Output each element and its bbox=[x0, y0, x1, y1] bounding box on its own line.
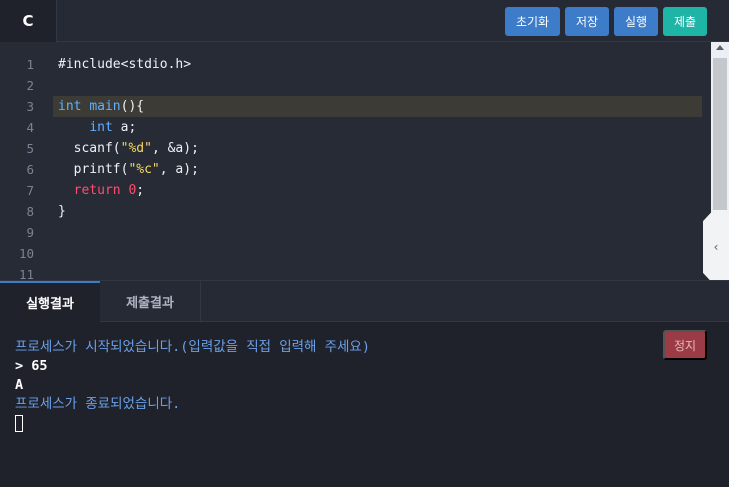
collapse-panel-handle[interactable]: ‹ bbox=[703, 210, 729, 284]
line-number-gutter: 1 2 3 4 5 6 7 8 9 10 11 bbox=[0, 42, 46, 280]
line-number: 4 bbox=[26, 120, 34, 135]
editor-toolbar: C 초기화 저장 실행 제출 bbox=[0, 0, 729, 42]
code-line[interactable]: int main(){ bbox=[58, 96, 144, 117]
active-line-highlight bbox=[53, 96, 702, 117]
line-number: 2 bbox=[26, 78, 34, 93]
reset-button[interactable]: 초기화 bbox=[505, 7, 560, 36]
result-tab-bar: 실행결과 제출결과 bbox=[0, 280, 729, 322]
language-tab[interactable]: C bbox=[0, 0, 57, 42]
run-button[interactable]: 실행 bbox=[614, 7, 658, 36]
console-line: A bbox=[15, 377, 24, 393]
triangle-up-icon[interactable] bbox=[716, 45, 724, 50]
line-number: 6 bbox=[26, 162, 34, 177]
line-number: 11 bbox=[18, 267, 34, 280]
code-line[interactable]: } bbox=[58, 201, 66, 222]
console-line: 프로세스가 시작되었습니다.(입력값을 직접 입력해 주세요) bbox=[15, 339, 370, 355]
save-button[interactable]: 저장 bbox=[565, 7, 609, 36]
line-number: 5 bbox=[26, 141, 34, 156]
line-number: 9 bbox=[26, 225, 34, 240]
console-output[interactable]: 프로세스가 시작되었습니다.(입력값을 직접 입력해 주세요) > 65 A 프… bbox=[0, 322, 729, 487]
code-line[interactable]: scanf("%d", &a); bbox=[58, 138, 199, 159]
line-number: 7 bbox=[26, 183, 34, 198]
console-line: > 65 bbox=[15, 358, 48, 374]
console-cursor bbox=[15, 415, 23, 432]
stop-button[interactable]: 정지 bbox=[663, 330, 707, 360]
tab-submit-result[interactable]: 제출결과 bbox=[100, 281, 201, 322]
tab-run-result[interactable]: 실행결과 bbox=[0, 281, 100, 322]
console-line: 프로세스가 종료되었습니다. bbox=[15, 396, 181, 412]
line-number: 3 bbox=[26, 99, 34, 114]
code-line[interactable]: int a; bbox=[58, 117, 136, 138]
submit-button[interactable]: 제출 bbox=[663, 7, 707, 36]
line-number: 10 bbox=[18, 246, 34, 261]
line-number: 1 bbox=[26, 57, 34, 72]
scrollbar-thumb[interactable] bbox=[713, 58, 727, 216]
line-number: 8 bbox=[26, 204, 34, 219]
code-line[interactable]: #include<stdio.h> bbox=[58, 54, 191, 75]
code-line[interactable]: return 0; bbox=[58, 180, 144, 201]
code-line[interactable]: printf("%c", a); bbox=[58, 159, 199, 180]
chevron-left-icon: ‹ bbox=[713, 240, 719, 254]
code-editor[interactable]: 1 2 3 4 5 6 7 8 9 10 11 #include<stdio.h… bbox=[0, 42, 711, 280]
